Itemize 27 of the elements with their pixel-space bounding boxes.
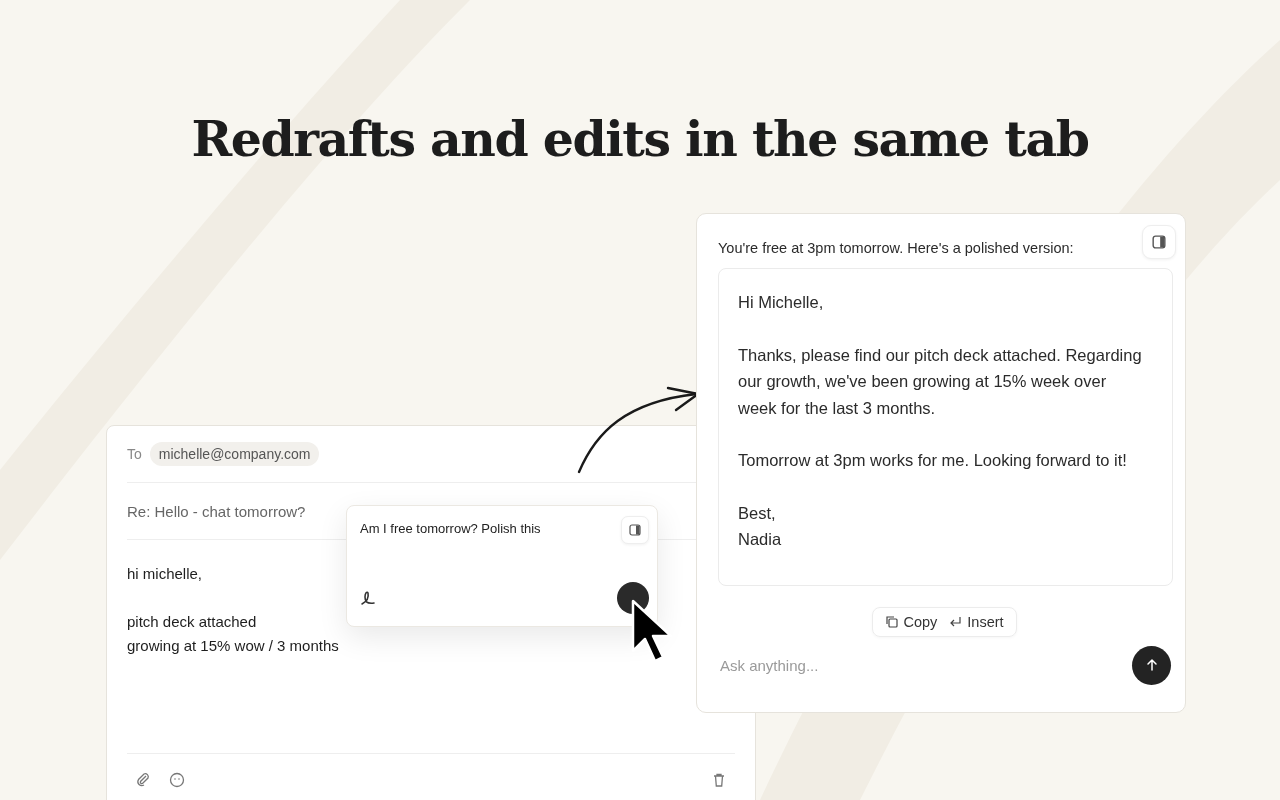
- headline: Redrafts and edits in the same tab: [190, 110, 1090, 168]
- sidebar-icon: [1152, 235, 1166, 249]
- body-text: pitch deck attached: [127, 612, 258, 632]
- body-text: growing at 15% wow / 3 months: [127, 636, 340, 656]
- sidebar-toggle-button[interactable]: [1142, 225, 1176, 259]
- return-arrow-icon: [949, 615, 963, 628]
- body-text: hi michelle,: [127, 564, 204, 584]
- sidebar-icon: [629, 524, 641, 536]
- trash-icon[interactable]: [711, 772, 727, 788]
- sidebar-toggle-button[interactable]: [621, 516, 649, 544]
- copy-icon: [885, 615, 899, 628]
- copy-button[interactable]: Copy: [881, 611, 942, 632]
- emoji-icon[interactable]: [169, 772, 185, 788]
- recipient-chip[interactable]: michelle@company.com: [149, 442, 320, 466]
- paperclip-icon[interactable]: [135, 772, 151, 788]
- draft-paragraph: Thanks, please find our pitch deck attached. Regarding our growth, we've been growing at 15% week over week for the last 3 months.: [738, 344, 1142, 419]
- draft-paragraph: Hi Michelle,: [738, 292, 825, 313]
- ask-input-field[interactable]: Ask anything...: [718, 655, 1132, 675]
- send-button[interactable]: [1132, 645, 1171, 685]
- assistant-message: You're free at 3pm tomorrow. Here's a polished version:: [718, 240, 1075, 256]
- draft-paragraph: Tomorrow at 3pm works for me. Looking forward to it!: [738, 450, 1128, 471]
- to-label: To: [127, 446, 142, 462]
- draft-paragraph: Best, Nadia: [738, 502, 783, 550]
- insert-button[interactable]: Insert: [945, 611, 1008, 632]
- prompt-text[interactable]: Am I free tomorrow? Polish this: [360, 516, 541, 536]
- logo-icon: [360, 590, 376, 606]
- arrow-up-icon: [1144, 658, 1159, 672]
